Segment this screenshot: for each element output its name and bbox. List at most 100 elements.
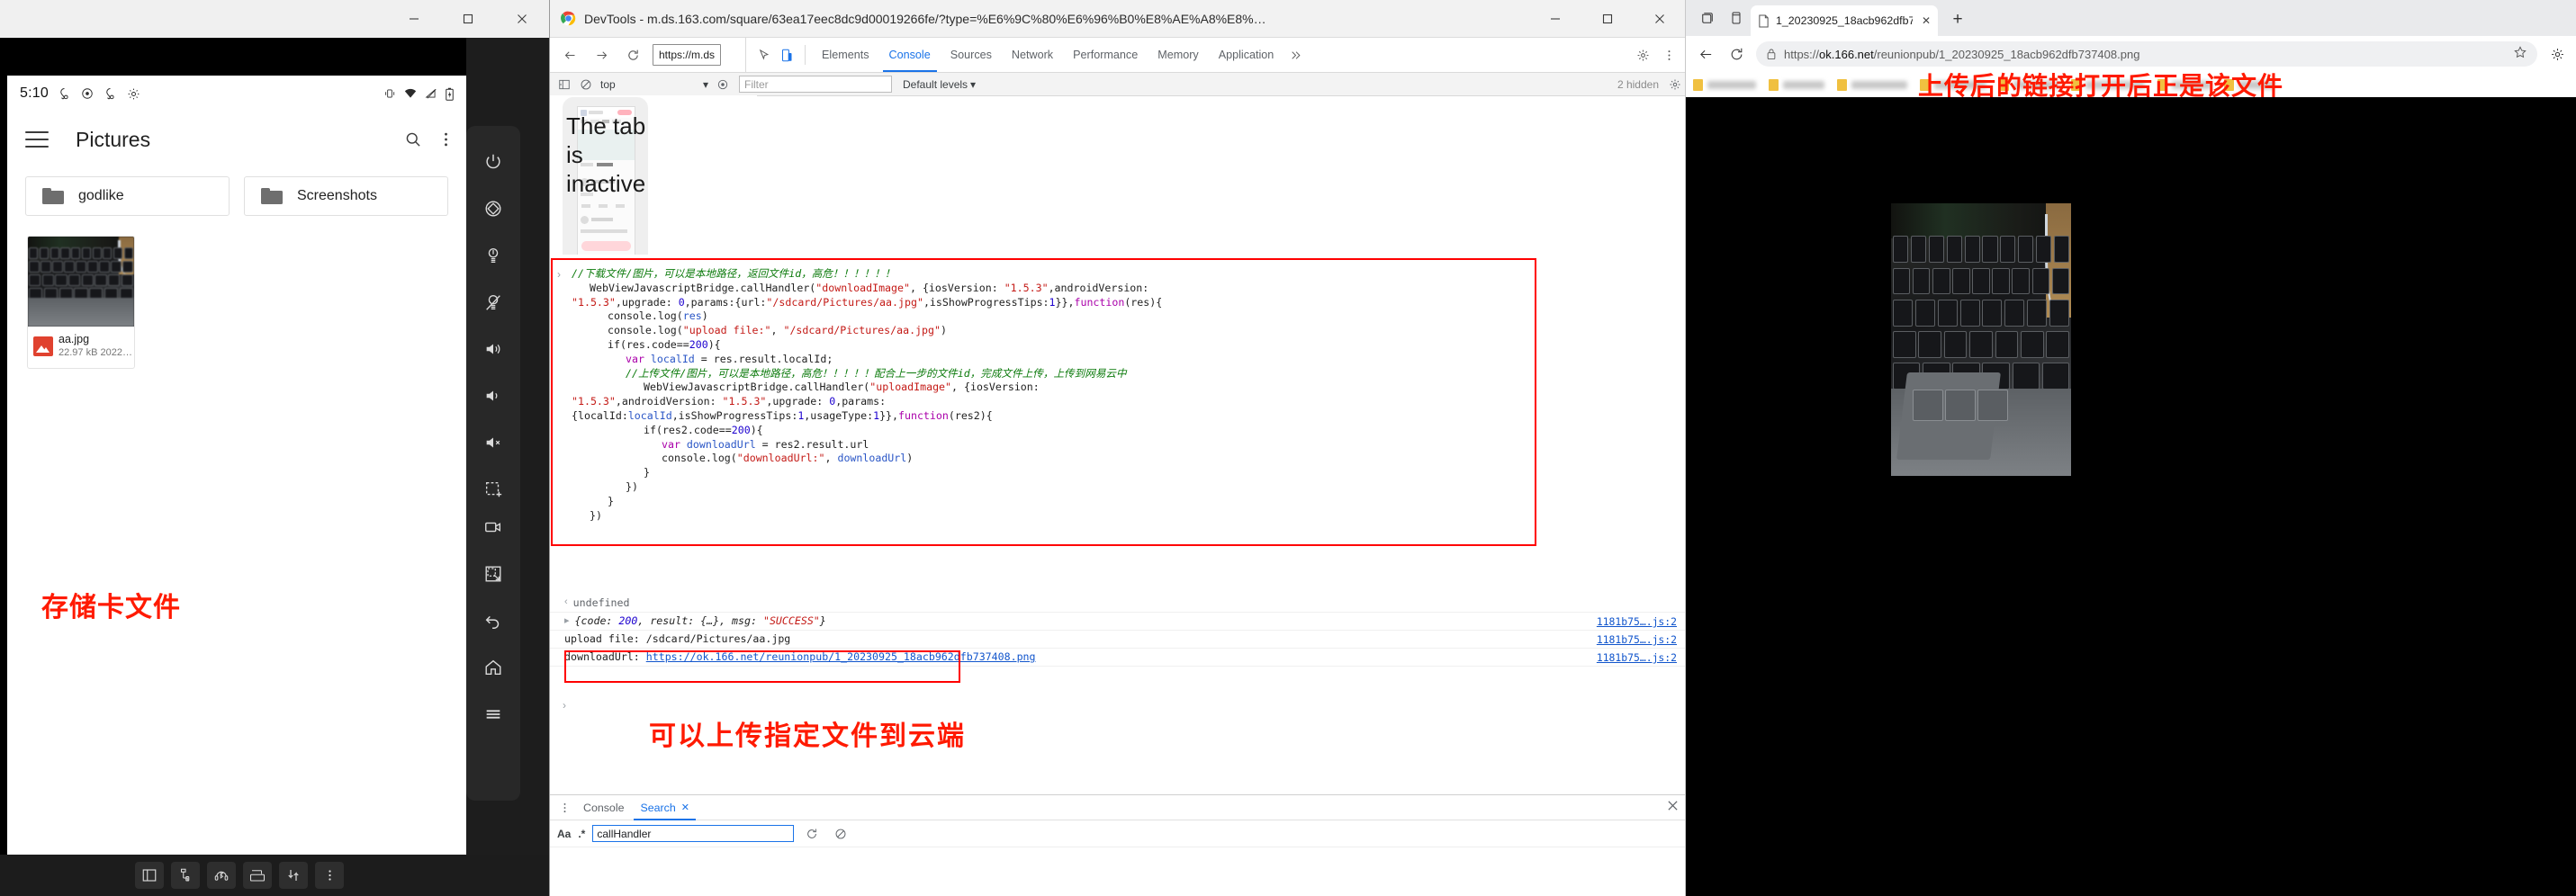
close-icon[interactable]: ✕ [1922, 14, 1931, 27]
volume-down-icon[interactable] [466, 372, 520, 419]
bluetooth-headset-icon[interactable] [207, 862, 236, 889]
tab-vertical-icon[interactable] [1722, 4, 1751, 32]
console-source-link[interactable]: 1181b75….js:2 [1597, 651, 1677, 664]
recents-icon[interactable] [466, 691, 520, 738]
device-toolbar-icon[interactable] [775, 43, 798, 67]
more-vertical-icon[interactable] [444, 130, 448, 148]
console-filter-input[interactable]: Filter [739, 76, 892, 93]
tab-application[interactable]: Application [1209, 38, 1284, 72]
star-icon[interactable] [2513, 45, 2527, 64]
drawer-close-button[interactable] [1667, 800, 1679, 816]
refresh-icon[interactable] [801, 823, 823, 845]
laptop-keyboard-photo [1891, 203, 2071, 476]
console-source-link[interactable]: 1181b75….js:2 [1597, 615, 1677, 628]
tab-elements[interactable]: Elements [812, 38, 879, 72]
arrow-right-icon[interactable] [590, 43, 613, 67]
clear-icon[interactable] [830, 823, 851, 845]
console-output-row: upload file: /sdcard/Pictures/aa.jpg 1181… [550, 631, 1686, 649]
maximize-button[interactable] [1581, 0, 1634, 38]
console-output-row: downloadUrl: https://ok.166.net/reunionp… [550, 649, 1686, 667]
file-card-aa-jpg[interactable]: aa.jpg 22.97 kB 2022… [27, 236, 135, 369]
reload-icon[interactable] [621, 43, 644, 67]
tab-sources[interactable]: Sources [941, 38, 1002, 72]
hamburger-menu-icon[interactable] [25, 131, 49, 148]
execution-context-select[interactable]: top ▾ [597, 76, 712, 94]
log-levels-select[interactable]: Default levels ▾ [903, 78, 976, 91]
power-icon[interactable] [466, 139, 520, 185]
more-vertical-icon[interactable] [554, 797, 575, 819]
arrow-left-icon[interactable] [558, 43, 581, 67]
volume-up-icon[interactable] [466, 326, 520, 372]
gear-icon[interactable] [1631, 43, 1654, 67]
console-code-line: WebViewJavascriptBridge.callHandler("upl… [644, 381, 1040, 394]
reload-icon[interactable] [1725, 43, 1747, 65]
plus-icon[interactable]: + [1945, 7, 1970, 32]
folder-item-godlike[interactable]: godlike [25, 176, 230, 216]
minimize-button[interactable] [1529, 0, 1581, 38]
address-bar[interactable]: https://ok.166.net/reunionpub/1_20230925… [1756, 41, 2537, 67]
drawer-tab-console[interactable]: Console [575, 795, 632, 820]
tab-performance[interactable]: Performance [1063, 38, 1148, 72]
bookmark-item[interactable] [1769, 78, 1824, 91]
bookmark-item[interactable] [1693, 78, 1756, 91]
record-video-icon[interactable] [466, 504, 520, 551]
console-code-line: console.log("upload file:", "/sdcard/Pic… [608, 324, 947, 337]
tab-overview-icon[interactable] [1693, 4, 1722, 32]
console-source-link[interactable]: 1181b75….js:2 [1597, 633, 1677, 646]
console-sidebar-icon[interactable] [554, 74, 575, 95]
regex-button[interactable]: .* [578, 828, 585, 840]
execution-context-value: top [600, 77, 616, 91]
console-code-line: "1.5.3",upgrade: 0,params:{url:"/sdcard/… [572, 295, 1163, 309]
inspect-element-icon[interactable] [752, 43, 775, 67]
close-button[interactable] [495, 0, 549, 38]
laptop-keyboard-photo [28, 237, 134, 327]
tab-console[interactable]: Console [879, 38, 941, 72]
home-icon[interactable] [466, 644, 520, 691]
devtools-url-box[interactable]: https://m.ds [653, 44, 722, 66]
status-left-icons [58, 87, 140, 101]
folder-icon [261, 188, 283, 204]
minimize-button[interactable] [387, 0, 441, 38]
keyboard-icon[interactable] [243, 862, 272, 889]
console-input-block[interactable]: › //下载文件/图片，可以是本地路径，返回文件id，高危！！！！！！ WebVi… [557, 267, 1526, 523]
tab-network[interactable]: Network [1002, 38, 1063, 72]
close-icon[interactable]: ✕ [681, 802, 689, 813]
gear-icon[interactable] [1664, 74, 1686, 95]
address-bar-url: https://ok.166.net/reunionpub/1_20230925… [1784, 48, 2139, 61]
expand-triangle-icon[interactable]: ▸ [564, 614, 570, 626]
more-vertical-icon[interactable] [1657, 43, 1680, 67]
live-expression-icon[interactable] [712, 74, 734, 95]
more-icon[interactable] [315, 862, 344, 889]
match-case-button[interactable]: Aa [557, 828, 571, 840]
drawer-tab-search[interactable]: Search ✕ [632, 795, 697, 820]
folder-item-screenshots[interactable]: Screenshots [244, 176, 448, 216]
search-input[interactable]: callHandler [592, 825, 795, 842]
chevron-double-right-icon[interactable] [1283, 43, 1307, 67]
android-statusbar: 5:10 [7, 76, 466, 112]
file-thumbnail [28, 237, 134, 327]
layout-icon[interactable] [135, 862, 164, 889]
rotate-icon[interactable] [466, 185, 520, 232]
brightness-off-icon[interactable] [466, 279, 520, 326]
file-transfer-icon[interactable] [279, 862, 308, 889]
region-capture-icon[interactable] [466, 551, 520, 597]
back-icon[interactable] [466, 597, 520, 644]
arrow-left-icon[interactable] [1695, 43, 1716, 65]
clear-console-icon[interactable] [575, 74, 597, 95]
tab-memory[interactable]: Memory [1148, 38, 1208, 72]
maximize-button[interactable] [441, 0, 495, 38]
browser-tab[interactable]: 1_20230925_18acb962dfb737408 ✕ [1751, 5, 1938, 36]
brightness-up-icon[interactable] [466, 232, 520, 279]
console-prompt-row[interactable]: › [563, 697, 566, 713]
close-button[interactable] [1634, 0, 1686, 38]
folder-label: Screenshots [297, 188, 377, 203]
search-icon[interactable] [404, 130, 422, 148]
console-code-line: if(res.code==200){ [608, 337, 721, 351]
usb-icon[interactable] [171, 862, 200, 889]
search-controls-row: Aa .* callHandler [550, 820, 1686, 847]
collections-icon[interactable] [2546, 43, 2568, 65]
volume-mute-icon[interactable] [466, 419, 520, 466]
download-url-link[interactable]: https://ok.166.net/reunionpub/1_20230925… [646, 650, 1036, 663]
netease-music-icon [60, 87, 68, 99]
bookmark-item[interactable] [1837, 78, 1907, 91]
